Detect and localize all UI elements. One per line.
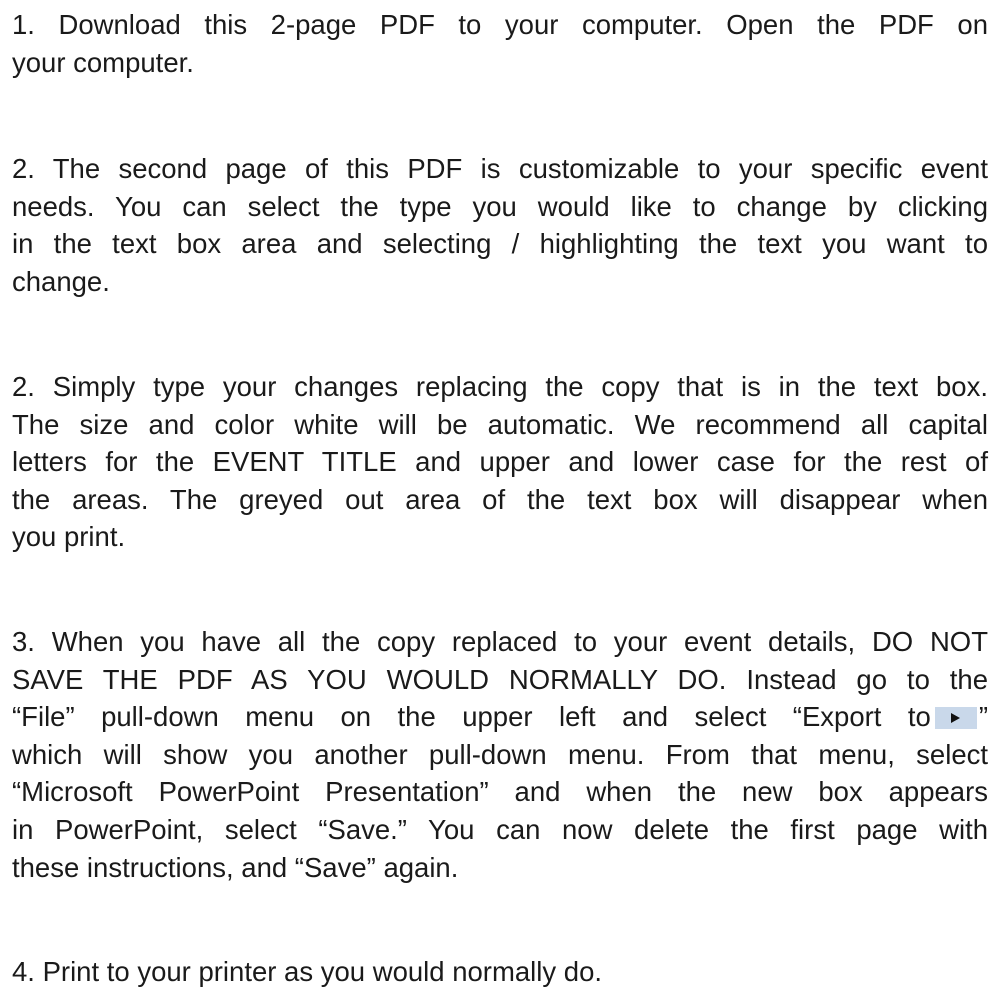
step-1-line-2: your computer. bbox=[12, 46, 194, 78]
step-3-line-6: in PowerPoint, select “Save.” You can no… bbox=[12, 813, 988, 845]
step-3-line-3-close-quote: ” bbox=[978, 701, 988, 733]
export-to-chip bbox=[934, 707, 977, 730]
step-3-paragraph: 3. When you have all the copy replaced t… bbox=[12, 623, 988, 886]
step-2-customize-line-1: 2. The second page of this PDF is custom… bbox=[12, 153, 988, 184]
step-2-customize-line-4: change. bbox=[12, 265, 110, 297]
step-3-line-3-text: “File” pull-down menu on the upper left … bbox=[12, 701, 931, 733]
step-4-paragraph: 4. Print to your printer as you would no… bbox=[12, 953, 988, 991]
step-1-line-1: 1. Download this 2-page PDF to your comp… bbox=[12, 9, 988, 40]
step-1-paragraph: 1. Download this 2-page PDF to your comp… bbox=[12, 6, 988, 81]
step-2-customize-paragraph: 2. The second page of this PDF is custom… bbox=[12, 150, 988, 300]
step-2-type-line-2: The size and color white will be automat… bbox=[12, 408, 988, 440]
step-2-type-paragraph: 2. Simply type your changes replacing th… bbox=[12, 368, 988, 556]
step-3-line-1: 3. When you have all the copy replaced t… bbox=[12, 626, 988, 657]
step-3-line-7: these instructions, and “Save” again. bbox=[12, 851, 459, 883]
step-2-type-line-5: you print. bbox=[12, 521, 126, 553]
step-2-customize-line-2: needs. You can select the type you would… bbox=[12, 190, 988, 222]
step-3-line-3: “File” pull-down menu on the upper left … bbox=[12, 698, 988, 736]
step-2-type-line-4: the areas. The greyed out area of the te… bbox=[12, 483, 988, 515]
play-arrow-icon bbox=[950, 713, 960, 724]
step-2-customize-line-3: in the text box area and selecting / hig… bbox=[12, 228, 988, 260]
step-3-line-5: “Microsoft PowerPoint Presentation” and … bbox=[12, 776, 988, 808]
step-2-type-line-1: 2. Simply type your changes replacing th… bbox=[12, 371, 988, 402]
step-2-type-line-3: letters for the EVENT TITLE and upper an… bbox=[12, 446, 988, 478]
step-3-line-2: SAVE THE PDF AS YOU WOULD NORMALLY DO. I… bbox=[12, 663, 988, 695]
step-4-line-1: 4. Print to your printer as you would no… bbox=[12, 956, 603, 987]
step-3-line-4: which will show you another pull-down me… bbox=[12, 738, 988, 770]
